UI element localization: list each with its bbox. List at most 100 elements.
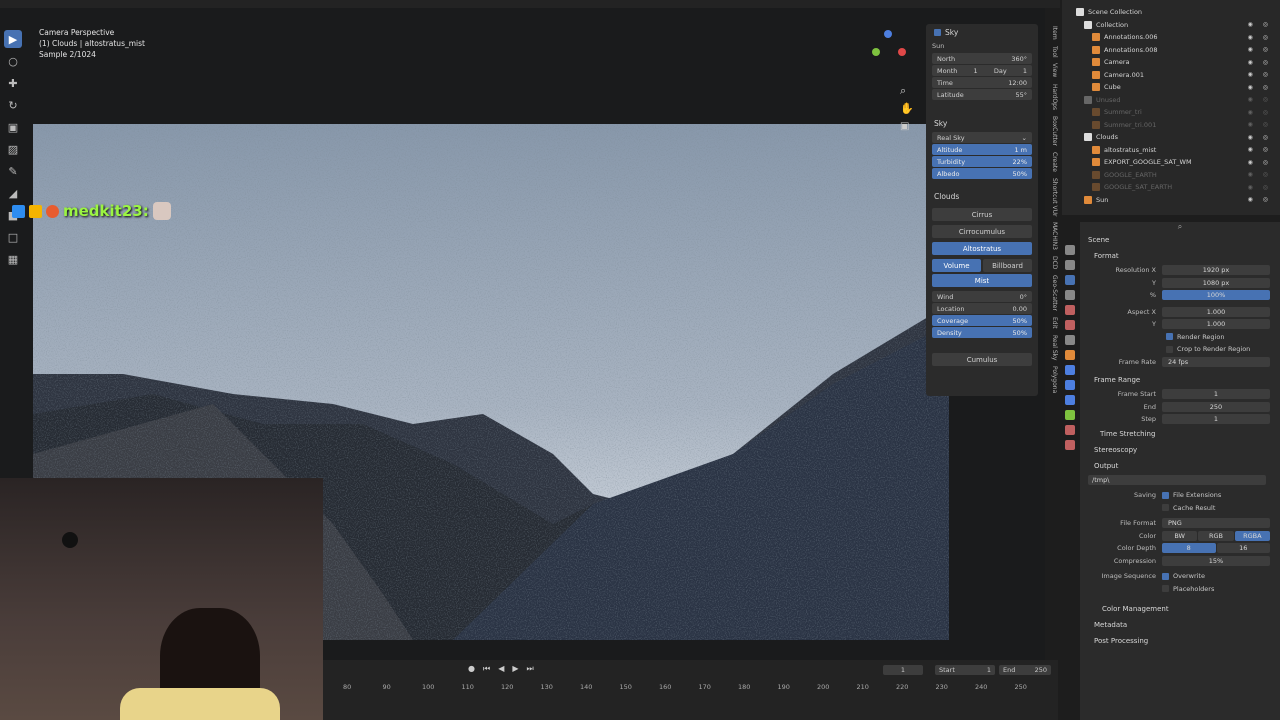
record-icon[interactable]: ● bbox=[468, 664, 475, 674]
outliner-item[interactable]: Summer_tri ◉ ◎ bbox=[1062, 106, 1280, 119]
search-icon[interactable]: ⌕ bbox=[1080, 222, 1280, 232]
visibility-icon[interactable]: ◉ ◎ bbox=[1248, 96, 1272, 103]
camera-icon[interactable]: ▣ bbox=[900, 121, 909, 132]
outliner-item[interactable]: GOOGLE_EARTH ◉ ◎ bbox=[1062, 169, 1280, 182]
extra-icon[interactable]: □ bbox=[4, 228, 22, 246]
visibility-icon[interactable]: ◉ ◎ bbox=[1248, 146, 1272, 153]
albedo-field[interactable]: Albedo 50% bbox=[932, 168, 1032, 179]
tab-hardops[interactable]: HardOps bbox=[1044, 84, 1058, 110]
tool-props-icon[interactable] bbox=[1065, 245, 1075, 255]
placeholders-checkbox[interactable] bbox=[1162, 585, 1169, 593]
visibility-icon[interactable]: ◉ ◎ bbox=[1248, 21, 1272, 28]
outliner-item[interactable]: Cube ◉ ◎ bbox=[1062, 81, 1280, 94]
outliner-item[interactable]: Sun ◉ ◎ bbox=[1062, 194, 1280, 207]
outliner-item[interactable]: Summer_tri.001 ◉ ◎ bbox=[1062, 119, 1280, 132]
file-format-dropdown[interactable]: PNG bbox=[1162, 518, 1270, 529]
sky-section-header[interactable]: Sky bbox=[926, 115, 1038, 131]
visibility-icon[interactable]: ◉ ◎ bbox=[1248, 84, 1272, 91]
output-path-field[interactable]: /tmp\ bbox=[1088, 474, 1266, 485]
material-props-icon[interactable] bbox=[1065, 425, 1075, 435]
cirrocumulus-button[interactable]: Cirrocumulus bbox=[932, 225, 1032, 238]
coverage-field[interactable]: Coverage 50% bbox=[932, 315, 1032, 326]
frame-range-section[interactable]: Frame Range bbox=[1080, 372, 1280, 388]
particles-props-icon[interactable] bbox=[1065, 380, 1075, 390]
tab-item[interactable]: Item bbox=[1044, 26, 1058, 40]
north-field[interactable]: North 360° bbox=[932, 53, 1032, 64]
cumulus-button[interactable]: Cumulus bbox=[932, 353, 1032, 366]
volume-button[interactable]: Volume bbox=[932, 259, 981, 272]
turbidity-field[interactable]: Turbidity 22% bbox=[932, 156, 1032, 167]
location-field[interactable]: Location 0.00 bbox=[932, 303, 1032, 314]
navigation-gizmo[interactable]: ⌕ ✋ ▣ bbox=[862, 28, 914, 138]
current-frame-field[interactable]: 1 bbox=[883, 665, 923, 675]
visibility-icon[interactable]: ◉ ◎ bbox=[1248, 134, 1272, 141]
object-props-icon[interactable] bbox=[1065, 350, 1075, 360]
tab-dcd[interactable]: DCD bbox=[1044, 256, 1058, 269]
cache-result-checkbox[interactable] bbox=[1162, 504, 1169, 512]
outliner-item[interactable]: GOOGLE_SAT_EARTH ◉ ◎ bbox=[1062, 181, 1280, 194]
tab-real-sky[interactable]: Real Sky bbox=[1044, 335, 1058, 360]
post-processing-section[interactable]: Post Processing bbox=[1080, 633, 1280, 649]
rotate-icon[interactable]: ↻ bbox=[4, 96, 22, 114]
overwrite-checkbox[interactable] bbox=[1162, 572, 1169, 580]
tab-polygona[interactable]: Polygona bbox=[1044, 366, 1058, 393]
crop-region-row[interactable]: Crop to Render Region bbox=[1080, 343, 1280, 356]
clouds-header[interactable]: Clouds bbox=[926, 188, 1038, 204]
wind-field[interactable]: Wind 0° bbox=[932, 291, 1032, 302]
outliner-item[interactable]: Unused ◉ ◎ bbox=[1062, 94, 1280, 107]
visibility-icon[interactable]: ◉ ◎ bbox=[1248, 159, 1272, 166]
axis-y-icon[interactable] bbox=[872, 48, 880, 56]
move-icon[interactable]: ✚ bbox=[4, 74, 22, 92]
outliner-item[interactable]: Camera.001 ◉ ◎ bbox=[1062, 69, 1280, 82]
resolution-y-field[interactable]: 1080 px bbox=[1162, 277, 1270, 288]
visibility-icon[interactable]: ◉ ◎ bbox=[1248, 109, 1272, 116]
tab-edit[interactable]: Edit bbox=[1044, 317, 1058, 329]
outliner-item[interactable]: Camera ◉ ◎ bbox=[1062, 56, 1280, 69]
measure-icon[interactable]: ◢ bbox=[4, 184, 22, 202]
render-props-icon[interactable] bbox=[1065, 260, 1075, 270]
sky-enable-checkbox[interactable] bbox=[934, 28, 941, 36]
visibility-icon[interactable]: ◉ ◎ bbox=[1248, 171, 1272, 178]
world-props-icon[interactable] bbox=[1065, 320, 1075, 330]
timeline-ruler[interactable]: 80 90 100 110 120 130 140 150 160 170 180 190 200 210… bbox=[323, 680, 1058, 694]
cirrus-button[interactable]: Cirrus bbox=[932, 208, 1032, 221]
date-field[interactable]: Month 1 Day 1 bbox=[932, 65, 1032, 76]
axis-z-icon[interactable] bbox=[884, 30, 892, 38]
time-stretching-section[interactable]: Time Stretching bbox=[1080, 426, 1280, 442]
render-region-checkbox[interactable] bbox=[1166, 333, 1173, 341]
visibility-icon[interactable]: ◉ ◎ bbox=[1248, 46, 1272, 53]
frame-step-field[interactable]: 1 bbox=[1162, 414, 1270, 425]
start-frame-field[interactable]: Start 1 bbox=[935, 665, 995, 675]
color-bw-button[interactable]: BW bbox=[1162, 530, 1198, 541]
placeholders-row[interactable]: Placeholders bbox=[1080, 583, 1280, 596]
output-section[interactable]: Output bbox=[1080, 458, 1280, 474]
tab-create[interactable]: Create bbox=[1044, 152, 1058, 172]
tab-shortcut[interactable]: Shortcut VUr bbox=[1044, 178, 1058, 216]
select-icon[interactable]: ○ bbox=[4, 52, 22, 70]
sky-header[interactable]: Sky bbox=[926, 24, 1038, 40]
mist-button[interactable]: Mist bbox=[932, 274, 1032, 287]
compression-slider[interactable]: 15% bbox=[1162, 555, 1270, 566]
visibility-icon[interactable]: ◉ ◎ bbox=[1248, 34, 1272, 41]
cache-result-row[interactable]: Cache Result bbox=[1080, 502, 1280, 515]
zoom-icon[interactable]: ⌕ bbox=[900, 84, 906, 98]
frame-end-field[interactable]: 250 bbox=[1162, 401, 1270, 412]
outliner-root[interactable]: Scene Collection bbox=[1062, 6, 1280, 19]
physics-props-icon[interactable] bbox=[1065, 395, 1075, 405]
extra2-icon[interactable]: ▦ bbox=[4, 250, 22, 268]
visibility-icon[interactable]: ◉ ◎ bbox=[1248, 71, 1272, 78]
visibility-icon[interactable]: ◉ ◎ bbox=[1248, 196, 1272, 203]
prev-key-icon[interactable]: ◀ bbox=[498, 664, 504, 674]
resolution-pct-field[interactable]: 100% bbox=[1162, 290, 1270, 301]
jump-start-icon[interactable]: ⏮ bbox=[483, 664, 490, 674]
scene-props-icon[interactable] bbox=[1065, 305, 1075, 315]
aspect-x-field[interactable]: 1.000 bbox=[1162, 306, 1270, 317]
format-section[interactable]: Format bbox=[1080, 248, 1280, 264]
altostratus-button[interactable]: Altostratus bbox=[932, 242, 1032, 255]
tab-boxcutter[interactable]: BoxCutter bbox=[1044, 116, 1058, 146]
visibility-icon[interactable]: ◉ ◎ bbox=[1248, 121, 1272, 128]
cursor-icon[interactable]: ▶ bbox=[4, 30, 22, 48]
resolution-x-field[interactable]: 1920 px bbox=[1162, 265, 1270, 276]
color-rgba-button[interactable]: RGBA bbox=[1234, 530, 1270, 541]
outliner-item[interactable]: Collection ◉ ◎ bbox=[1062, 19, 1280, 32]
